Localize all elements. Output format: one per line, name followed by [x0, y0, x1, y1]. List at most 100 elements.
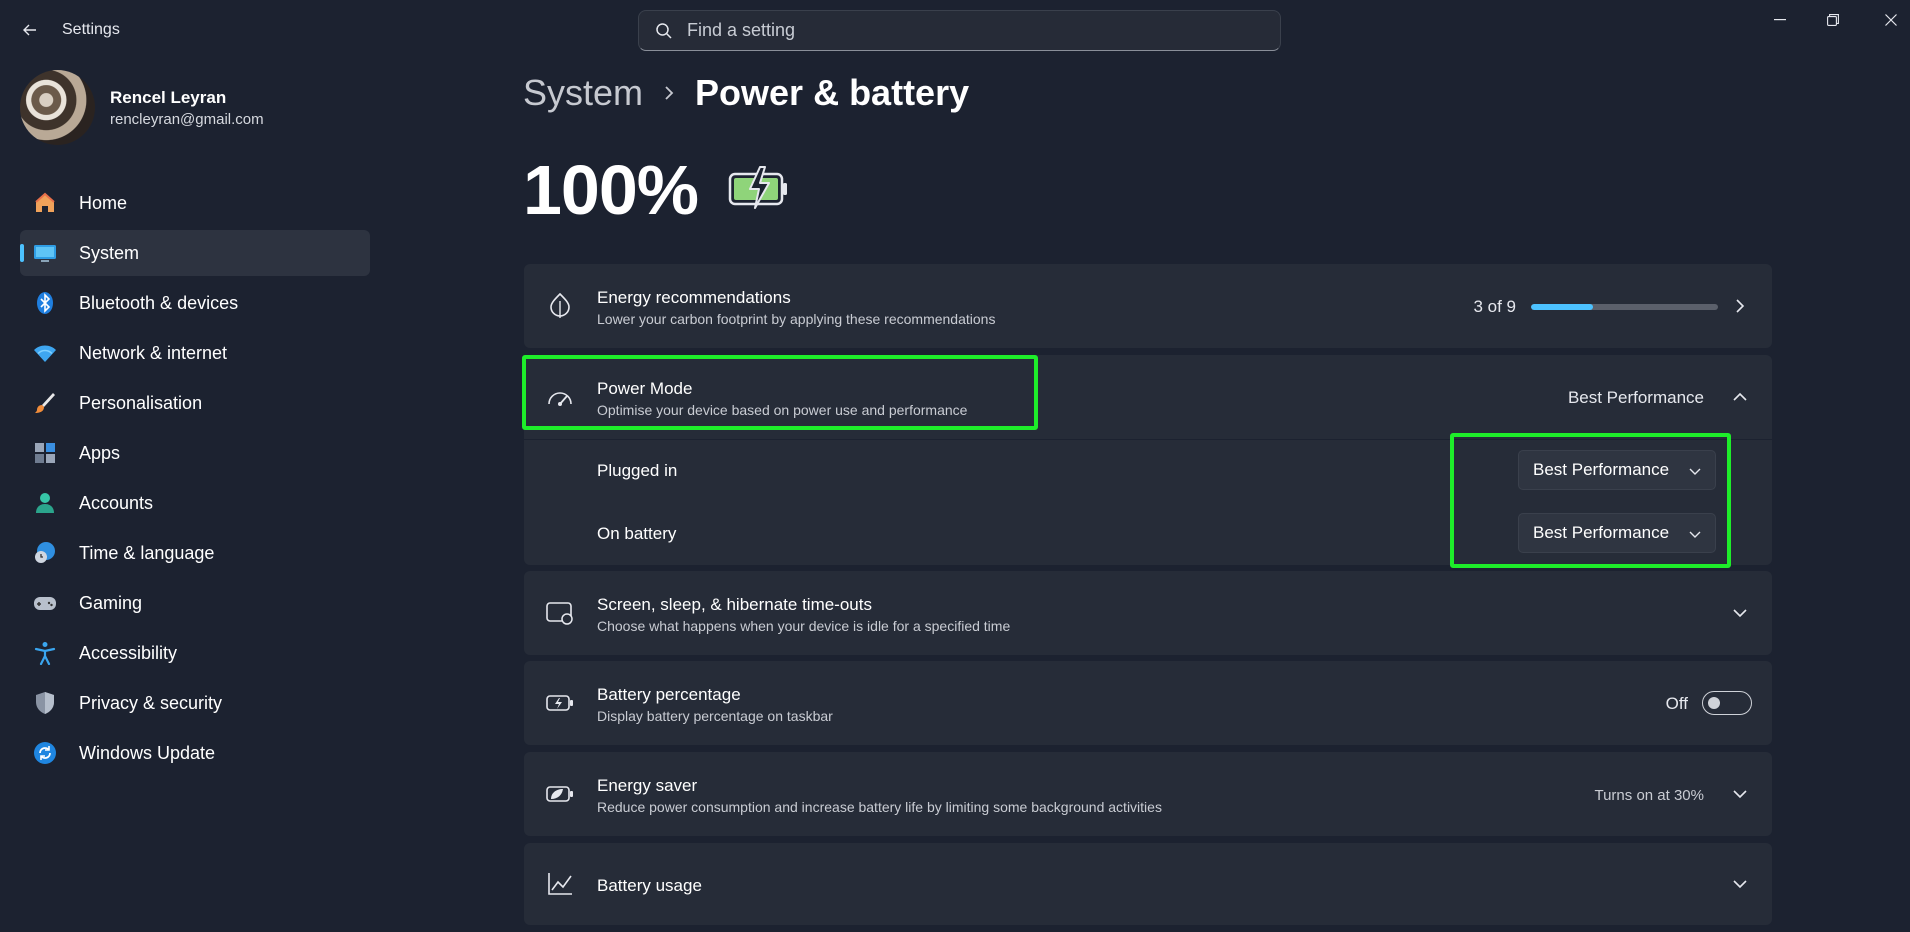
minimize-button[interactable]: [1760, 8, 1800, 32]
close-icon: [1885, 14, 1897, 26]
battery-icon: [546, 689, 574, 717]
sidebar-item-label: Windows Update: [79, 742, 216, 763]
battery-percentage-state: Off: [1665, 694, 1688, 713]
sidebar-item-windows-update[interactable]: Windows Update: [20, 730, 370, 776]
battery-status: 100%: [523, 150, 788, 230]
on-battery-row: On battery Best Performance: [524, 502, 1772, 565]
avatar: [20, 70, 95, 145]
sidebar-item-label: Accounts: [79, 492, 154, 513]
minimize-icon: [1774, 19, 1786, 21]
plugged-in-dropdown-value: Best Performance: [1533, 460, 1670, 479]
close-button[interactable]: [1871, 8, 1910, 32]
apps-icon: [33, 441, 57, 465]
chevron-down-icon: [1730, 784, 1750, 804]
speedometer-icon: [546, 383, 574, 411]
sidebar-item-system[interactable]: System: [20, 230, 370, 276]
globe-clock-icon: [33, 541, 57, 565]
recommendations-progress-text: 3 of 9: [1473, 297, 1516, 316]
bluetooth-icon: [33, 291, 57, 315]
recommendations-progress-bar: [1531, 304, 1718, 310]
on-battery-label: On battery: [597, 524, 677, 543]
title-bar: Settings: [0, 0, 1910, 60]
sidebar-item-label: Gaming: [79, 592, 143, 613]
battery-percentage-title: Battery percentage: [597, 685, 741, 704]
sidebar-item-time-language[interactable]: Time & language: [20, 530, 370, 576]
profile-name: Rencel Leyran: [110, 87, 227, 107]
accounts-icon: [33, 491, 57, 515]
shield-icon: [33, 691, 57, 715]
energy-saver-card[interactable]: Energy saver Reduce power consumption an…: [524, 752, 1772, 836]
plugged-in-label: Plugged in: [597, 461, 678, 480]
chevron-down-icon: [1730, 603, 1750, 623]
energy-saver-subtitle: Reduce power consumption and increase ba…: [597, 799, 1162, 815]
chevron-up-icon: [1730, 387, 1750, 407]
search-icon: [656, 22, 672, 39]
system-icon: [33, 241, 57, 265]
screen-sleep-subtitle: Choose what happens when your device is …: [597, 618, 1011, 634]
on-battery-dropdown[interactable]: Best Performance: [1518, 513, 1716, 553]
sidebar-item-accounts[interactable]: Accounts: [20, 480, 370, 526]
brush-icon: [33, 391, 57, 415]
sidebar-item-privacy-security[interactable]: Privacy & security: [20, 680, 370, 726]
gamepad-icon: [33, 591, 57, 615]
battery-percent: 100%: [523, 151, 699, 229]
restore-button[interactable]: [1813, 8, 1853, 32]
screen-sleep-title: Screen, sleep, & hibernate time-outs: [597, 595, 872, 614]
sidebar-item-label: Personalisation: [79, 392, 203, 413]
battery-usage-card[interactable]: Battery usage: [524, 843, 1772, 925]
chevron-down-icon: [1730, 874, 1750, 894]
battery-percentage-subtitle: Display battery percentage on taskbar: [597, 708, 833, 724]
energy-saver-title: Energy saver: [597, 776, 698, 795]
energy-recommendations-card[interactable]: Energy recommendations Lower your carbon…: [524, 264, 1772, 348]
sidebar-item-home[interactable]: Home: [20, 180, 370, 226]
screen-sleep-card[interactable]: Screen, sleep, & hibernate time-outs Cho…: [524, 571, 1772, 655]
back-button[interactable]: [18, 18, 42, 42]
home-icon: [33, 191, 57, 215]
energy-saver-icon: [546, 780, 574, 808]
user-profile[interactable]: Rencel Leyran rencleyran@gmail.com: [20, 70, 264, 145]
app-title: Settings: [62, 21, 120, 38]
toggle-knob: [1708, 697, 1720, 709]
chevron-down-icon: [1689, 526, 1701, 544]
power-mode-title: Power Mode: [597, 379, 693, 398]
power-mode-header[interactable]: Power Mode Optimise your device based on…: [524, 355, 1772, 439]
chevron-right-icon: [663, 85, 675, 101]
breadcrumb: System Power & battery: [523, 72, 969, 114]
sidebar-item-bluetooth[interactable]: Bluetooth & devices: [20, 280, 370, 326]
chevron-right-icon: [1730, 296, 1750, 316]
sidebar-item-label: Privacy & security: [79, 692, 223, 713]
search-input[interactable]: [687, 20, 1247, 41]
energy-saver-status: Turns on at 30%: [1594, 787, 1704, 804]
plugged-in-row: Plugged in Best Performance: [524, 440, 1772, 502]
profile-email: rencleyran@gmail.com: [110, 110, 264, 128]
screen-moon-icon: [546, 599, 574, 627]
battery-charging-icon: [728, 165, 788, 216]
chart-line-icon: [546, 870, 574, 898]
sidebar-item-network[interactable]: Network & internet: [20, 330, 370, 376]
search-box[interactable]: [638, 10, 1281, 51]
sidebar-item-apps[interactable]: Apps: [20, 430, 370, 476]
sidebar-item-accessibility[interactable]: Accessibility: [20, 630, 370, 676]
battery-usage-title: Battery usage: [597, 876, 702, 895]
back-arrow-icon: [23, 24, 36, 36]
chevron-down-icon: [1689, 463, 1701, 481]
on-battery-dropdown-value: Best Performance: [1533, 523, 1670, 542]
breadcrumb-parent[interactable]: System: [523, 72, 643, 114]
sidebar-item-label: Accessibility: [79, 642, 178, 663]
sidebar-nav: Home System Bluetooth & devices Network …: [20, 180, 370, 780]
leaf-icon: [546, 292, 574, 320]
battery-percentage-toggle[interactable]: [1702, 691, 1752, 715]
power-mode-subtitle: Optimise your device based on power use …: [597, 402, 968, 418]
plugged-in-dropdown[interactable]: Best Performance: [1518, 450, 1716, 490]
energy-recommendations-title: Energy recommendations: [597, 288, 791, 307]
sidebar-item-label: Network & internet: [79, 342, 228, 363]
energy-recommendations-subtitle: Lower your carbon footprint by applying …: [597, 311, 996, 327]
update-icon: [33, 741, 57, 765]
sidebar-item-gaming[interactable]: Gaming: [20, 580, 370, 626]
power-mode-card: Power Mode Optimise your device based on…: [524, 355, 1772, 565]
sidebar-item-personalisation[interactable]: Personalisation: [20, 380, 370, 426]
sidebar-item-label: Time & language: [79, 542, 215, 563]
power-mode-value: Best Performance: [1567, 388, 1704, 407]
wifi-icon: [33, 341, 57, 365]
sidebar-item-label: System: [79, 242, 140, 263]
